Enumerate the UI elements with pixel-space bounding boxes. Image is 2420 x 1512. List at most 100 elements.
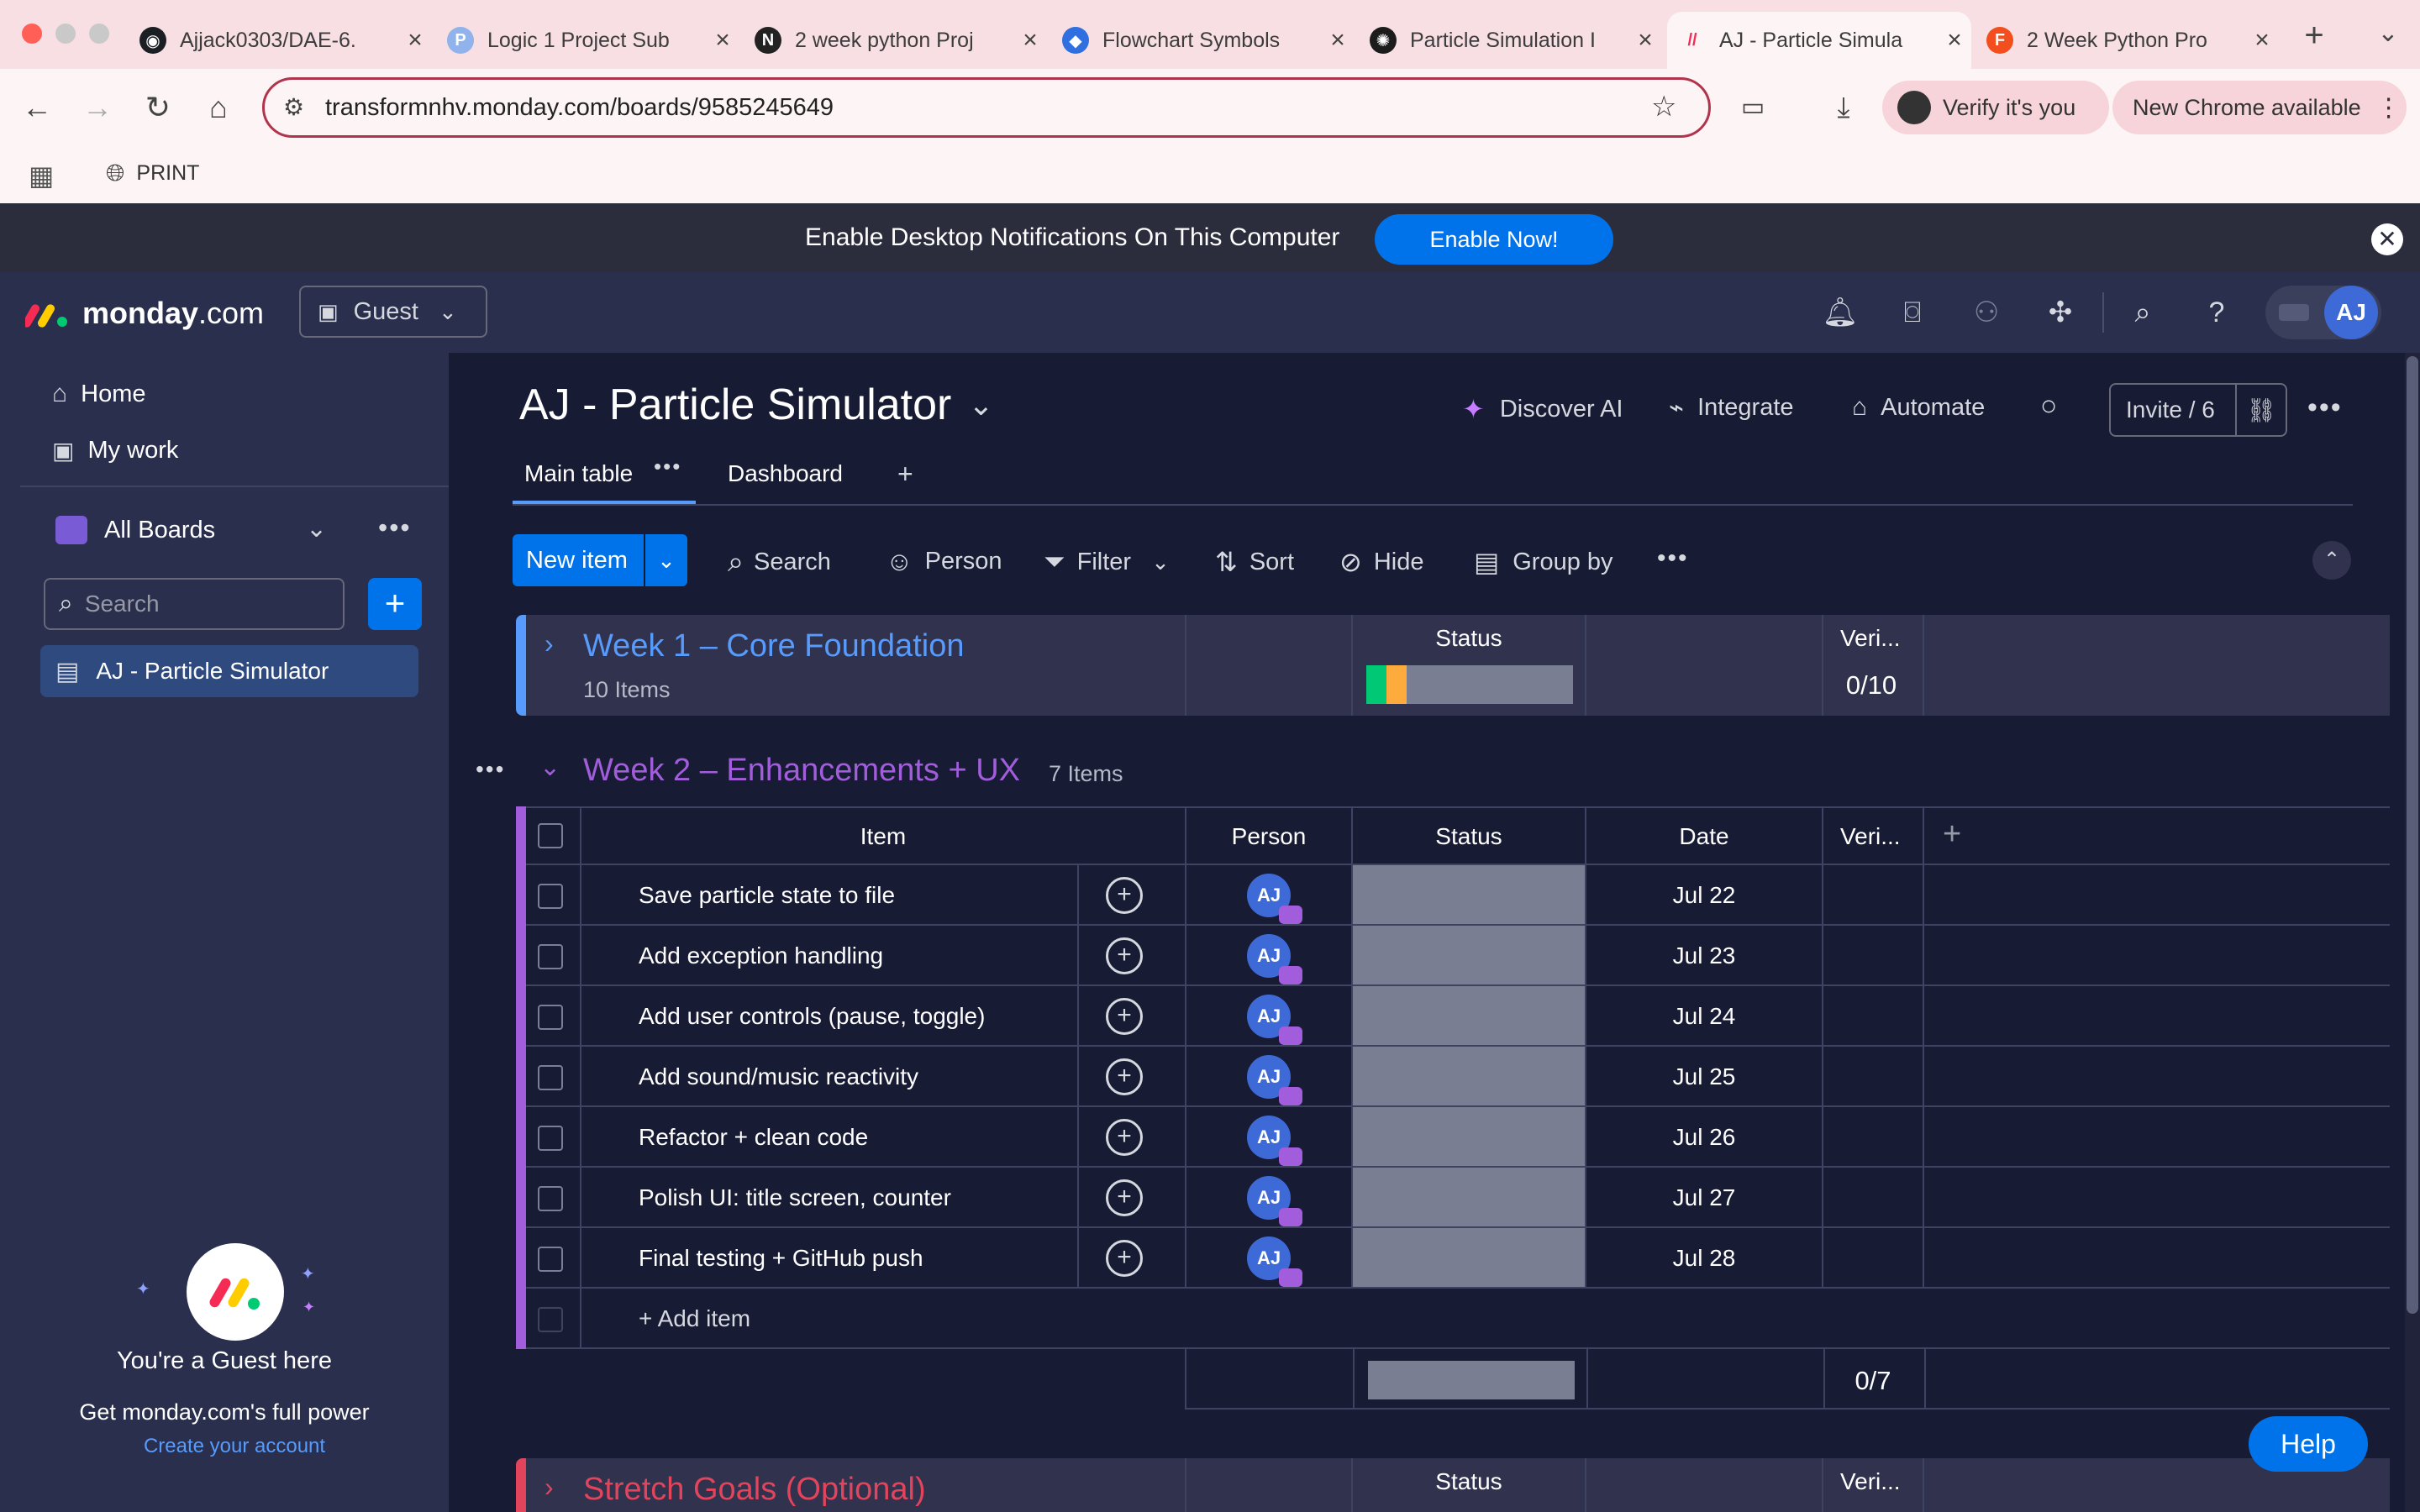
expand-group-icon[interactable]: › <box>544 1472 554 1503</box>
search-button[interactable]: ⌕ Search <box>728 546 831 579</box>
create-account-link[interactable]: Create your account <box>0 1435 469 1458</box>
date-cell[interactable]: Jul 25 <box>1586 1063 1822 1090</box>
person-avatar[interactable]: AJ <box>1247 1116 1302 1166</box>
verified-cell[interactable] <box>1823 1047 1923 1107</box>
item-name[interactable]: Final testing + GitHub push <box>639 1245 923 1272</box>
chat-bubble-icon[interactable]: ○ <box>2040 390 2058 423</box>
add-view-icon[interactable]: + <box>897 459 913 490</box>
item-name[interactable]: Add sound/music reactivity <box>639 1063 918 1090</box>
verified-cell[interactable] <box>1823 1228 1923 1289</box>
toolbar-more-icon[interactable]: ••• <box>1657 544 1689 573</box>
select-all-checkbox[interactable] <box>538 823 563 848</box>
automate-button[interactable]: ⌂ Automate <box>1852 393 1985 422</box>
verified-cell[interactable] <box>1823 865 1923 926</box>
person-avatar[interactable]: AJ <box>1247 995 1302 1045</box>
item-name[interactable]: Polish UI: title screen, counter <box>639 1184 951 1211</box>
integrate-button[interactable]: ⌁ Integrate <box>1669 393 1794 423</box>
apps-grid-icon[interactable]: ▦ <box>29 160 54 192</box>
column-header-verified[interactable]: Veri... <box>1840 823 1901 850</box>
item-name[interactable]: Save particle state to file <box>639 882 895 909</box>
close-tab-icon[interactable]: × <box>1321 26 1355 55</box>
bookmark-star-icon[interactable]: ☆ <box>1651 90 1676 123</box>
verified-cell[interactable] <box>1823 1168 1923 1228</box>
inbox-icon[interactable]: ⌼ <box>1892 292 1933 333</box>
status-cell[interactable] <box>1353 1047 1585 1105</box>
row-checkbox[interactable] <box>538 1186 563 1211</box>
add-item-input[interactable]: + Add item <box>639 1305 750 1332</box>
board-menu-icon[interactable]: ••• <box>2307 391 2343 424</box>
date-cell[interactable]: Jul 27 <box>1586 1184 1822 1211</box>
add-update-icon[interactable]: + <box>1106 998 1143 1035</box>
download-icon[interactable]: ⤓ <box>1823 87 1864 128</box>
more-options-icon[interactable]: ••• <box>378 512 412 543</box>
person-avatar[interactable]: AJ <box>1247 1236 1302 1287</box>
row-checkbox[interactable] <box>538 1005 563 1030</box>
bookmark-print[interactable]: 🌐︎ PRINT <box>106 160 199 187</box>
back-icon[interactable]: ← <box>17 87 57 128</box>
date-cell[interactable]: Jul 26 <box>1586 1124 1822 1151</box>
add-update-icon[interactable]: + <box>1106 1179 1143 1216</box>
search-icon[interactable]: ⌕ <box>2123 292 2163 333</box>
cast-icon[interactable]: ▭ <box>1733 87 1773 128</box>
browser-tab[interactable]: ✺ Particle Simulation I × <box>1358 12 1662 69</box>
url-text[interactable]: transformnhv.monday.com/boards/958524564… <box>325 94 834 122</box>
board-title[interactable]: AJ - Particle Simulator ⌄ <box>519 380 994 430</box>
address-bar[interactable]: ⚙ transformnhv.monday.com/boards/9585245… <box>262 77 1711 138</box>
filter-button[interactable]: ⏷ Filter ⌄ <box>1044 546 1170 578</box>
browser-tab[interactable]: P Logic 1 Project Sub × <box>435 12 739 69</box>
table-row[interactable]: Add sound/music reactivity + AJ Jul 25 <box>526 1047 2390 1107</box>
guest-dropdown[interactable]: ▣ Guest ⌄ <box>299 286 487 338</box>
table-row[interactable]: Polish UI: title screen, counter + AJ Jul 2… <box>526 1168 2390 1228</box>
item-name[interactable]: Add exception handling <box>639 942 883 969</box>
group-menu-icon[interactable]: ••• <box>476 756 505 783</box>
item-name[interactable]: Refactor + clean code <box>639 1124 868 1151</box>
table-row[interactable]: Refactor + clean code + AJ Jul 26 <box>526 1107 2390 1168</box>
status-cell[interactable] <box>1353 1168 1585 1226</box>
table-row[interactable]: Add user controls (pause, toggle) + AJ Jul … <box>526 986 2390 1047</box>
tab-search-icon[interactable]: ⌄ <box>2370 15 2407 52</box>
close-tab-icon[interactable]: × <box>1938 26 1971 55</box>
table-row[interactable]: Add exception handling + AJ Jul 23 <box>526 926 2390 986</box>
sort-button[interactable]: ⇅ Sort <box>1215 546 1294 578</box>
column-header-person[interactable]: Person <box>1186 823 1351 850</box>
date-cell[interactable]: Jul 28 <box>1586 1245 1822 1272</box>
enable-now-button[interactable]: Enable Now! <box>1375 214 1613 265</box>
person-avatar[interactable]: AJ <box>1247 1176 1302 1226</box>
date-cell[interactable]: Jul 24 <box>1586 1003 1822 1030</box>
status-cell[interactable] <box>1353 926 1585 984</box>
group-week2-title[interactable]: Week 2 – Enhancements + UX <box>583 753 1020 789</box>
all-boards-dropdown[interactable]: All Boards <box>55 516 215 544</box>
verified-cell[interactable] <box>1823 986 1923 1047</box>
person-avatar[interactable]: AJ <box>1247 874 1302 924</box>
banner-close-icon[interactable]: ✕ <box>2371 223 2403 255</box>
home-icon[interactable]: ⌂ <box>198 87 239 128</box>
browser-tab[interactable]: ◆ Flowchart Symbols × <box>1050 12 1355 69</box>
person-avatar[interactable]: AJ <box>1247 1055 1302 1105</box>
expand-group-icon[interactable]: › <box>544 628 554 659</box>
sidebar-item-home[interactable]: ⌂ Home <box>52 380 145 408</box>
close-tab-icon[interactable]: × <box>398 26 432 55</box>
close-tab-icon[interactable]: × <box>2245 26 2279 55</box>
table-row[interactable]: Final testing + GitHub push + AJ Jul 28 <box>526 1228 2390 1289</box>
chevron-down-icon[interactable]: ⌄ <box>645 548 687 574</box>
apps-puzzle-icon[interactable]: ✣ <box>2040 292 2081 333</box>
main-scrollbar-thumb[interactable] <box>2407 356 2418 1314</box>
discover-ai-button[interactable]: ✦ Discover AI <box>1462 393 1623 425</box>
invite-members-icon[interactable]: ⚇ <box>1966 292 2007 333</box>
new-tab-button[interactable]: + <box>2291 12 2338 59</box>
row-checkbox[interactable] <box>538 884 563 909</box>
bell-icon[interactable]: 🔔︎ <box>1820 292 1860 333</box>
sidebar-item-my-work[interactable]: ▣ My work <box>52 437 178 465</box>
column-header-status[interactable]: Status <box>1353 823 1585 850</box>
new-item-button[interactable]: New item ⌄ <box>513 534 687 586</box>
close-tab-icon[interactable]: × <box>706 26 739 55</box>
help-icon[interactable]: ? <box>2196 292 2237 333</box>
collapse-group-icon[interactable]: ⌄ <box>539 753 560 782</box>
person-filter-button[interactable]: ☺ Person <box>886 546 1002 577</box>
site-settings-icon[interactable]: ⚙ <box>283 93 304 121</box>
group-by-button[interactable]: ▤ Group by <box>1474 546 1613 578</box>
status-cell[interactable] <box>1353 1228 1585 1287</box>
verified-cell[interactable] <box>1823 1107 1923 1168</box>
sidebar-item-board[interactable]: ▤ AJ - Particle Simulator <box>40 645 418 697</box>
invite-button[interactable]: Invite / 6 ⛓ <box>2109 383 2287 437</box>
